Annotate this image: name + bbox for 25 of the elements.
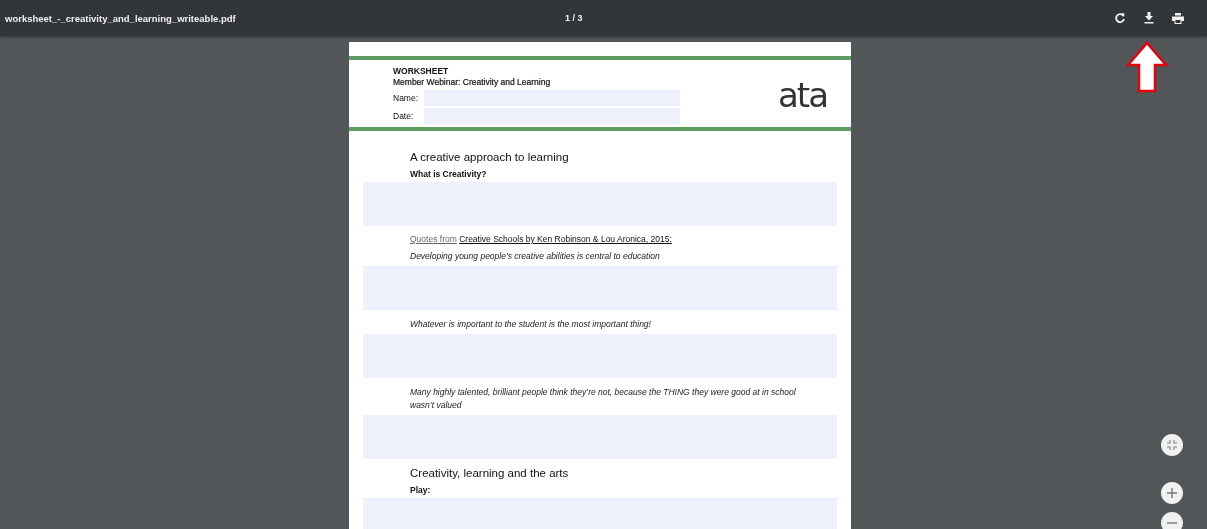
fit-page-button[interactable] [1161,434,1183,456]
source-title: Creative Schools by Ken Robinson & Lou Aronica, 2015: [459,234,672,244]
source-prefix: Quotes from [410,234,457,244]
zoom-out-button[interactable] [1161,512,1183,529]
annotation-arrow [1126,41,1168,93]
plus-icon [1167,488,1177,498]
question-label: Play: [410,485,432,495]
question-label: What is Creativity? [410,169,488,179]
zoom-in-button[interactable] [1161,482,1183,504]
print-icon[interactable] [1172,12,1184,24]
file-title: worksheet_-_creativity_and_learning_writeable.pdf [5,12,236,24]
worksheet-label: WORKSHEET [393,66,450,77]
logo: ata [778,75,827,115]
section-heading: Creativity, learning and the arts [410,467,570,479]
rotate-icon[interactable] [1114,12,1126,24]
worksheet-subtitle: Member Webinar: Creativity and Learning [393,77,552,88]
field-label: Name: [393,93,420,103]
quote-text: Whatever is important to the student is the most important thing! [410,318,652,331]
quote-text: Developing young people’s creative abilities is central to education [410,250,661,263]
section-heading: A creative approach to learning [410,151,570,163]
quote-text: Many highly talented, brilliant people think they’re not, because the THING they were good at in school wasn’t valued [410,386,797,412]
fit-icon [1167,440,1177,450]
page-indicator: 1 / 3 [565,13,583,23]
field-label: Date: [393,111,415,121]
download-icon[interactable] [1144,12,1154,24]
